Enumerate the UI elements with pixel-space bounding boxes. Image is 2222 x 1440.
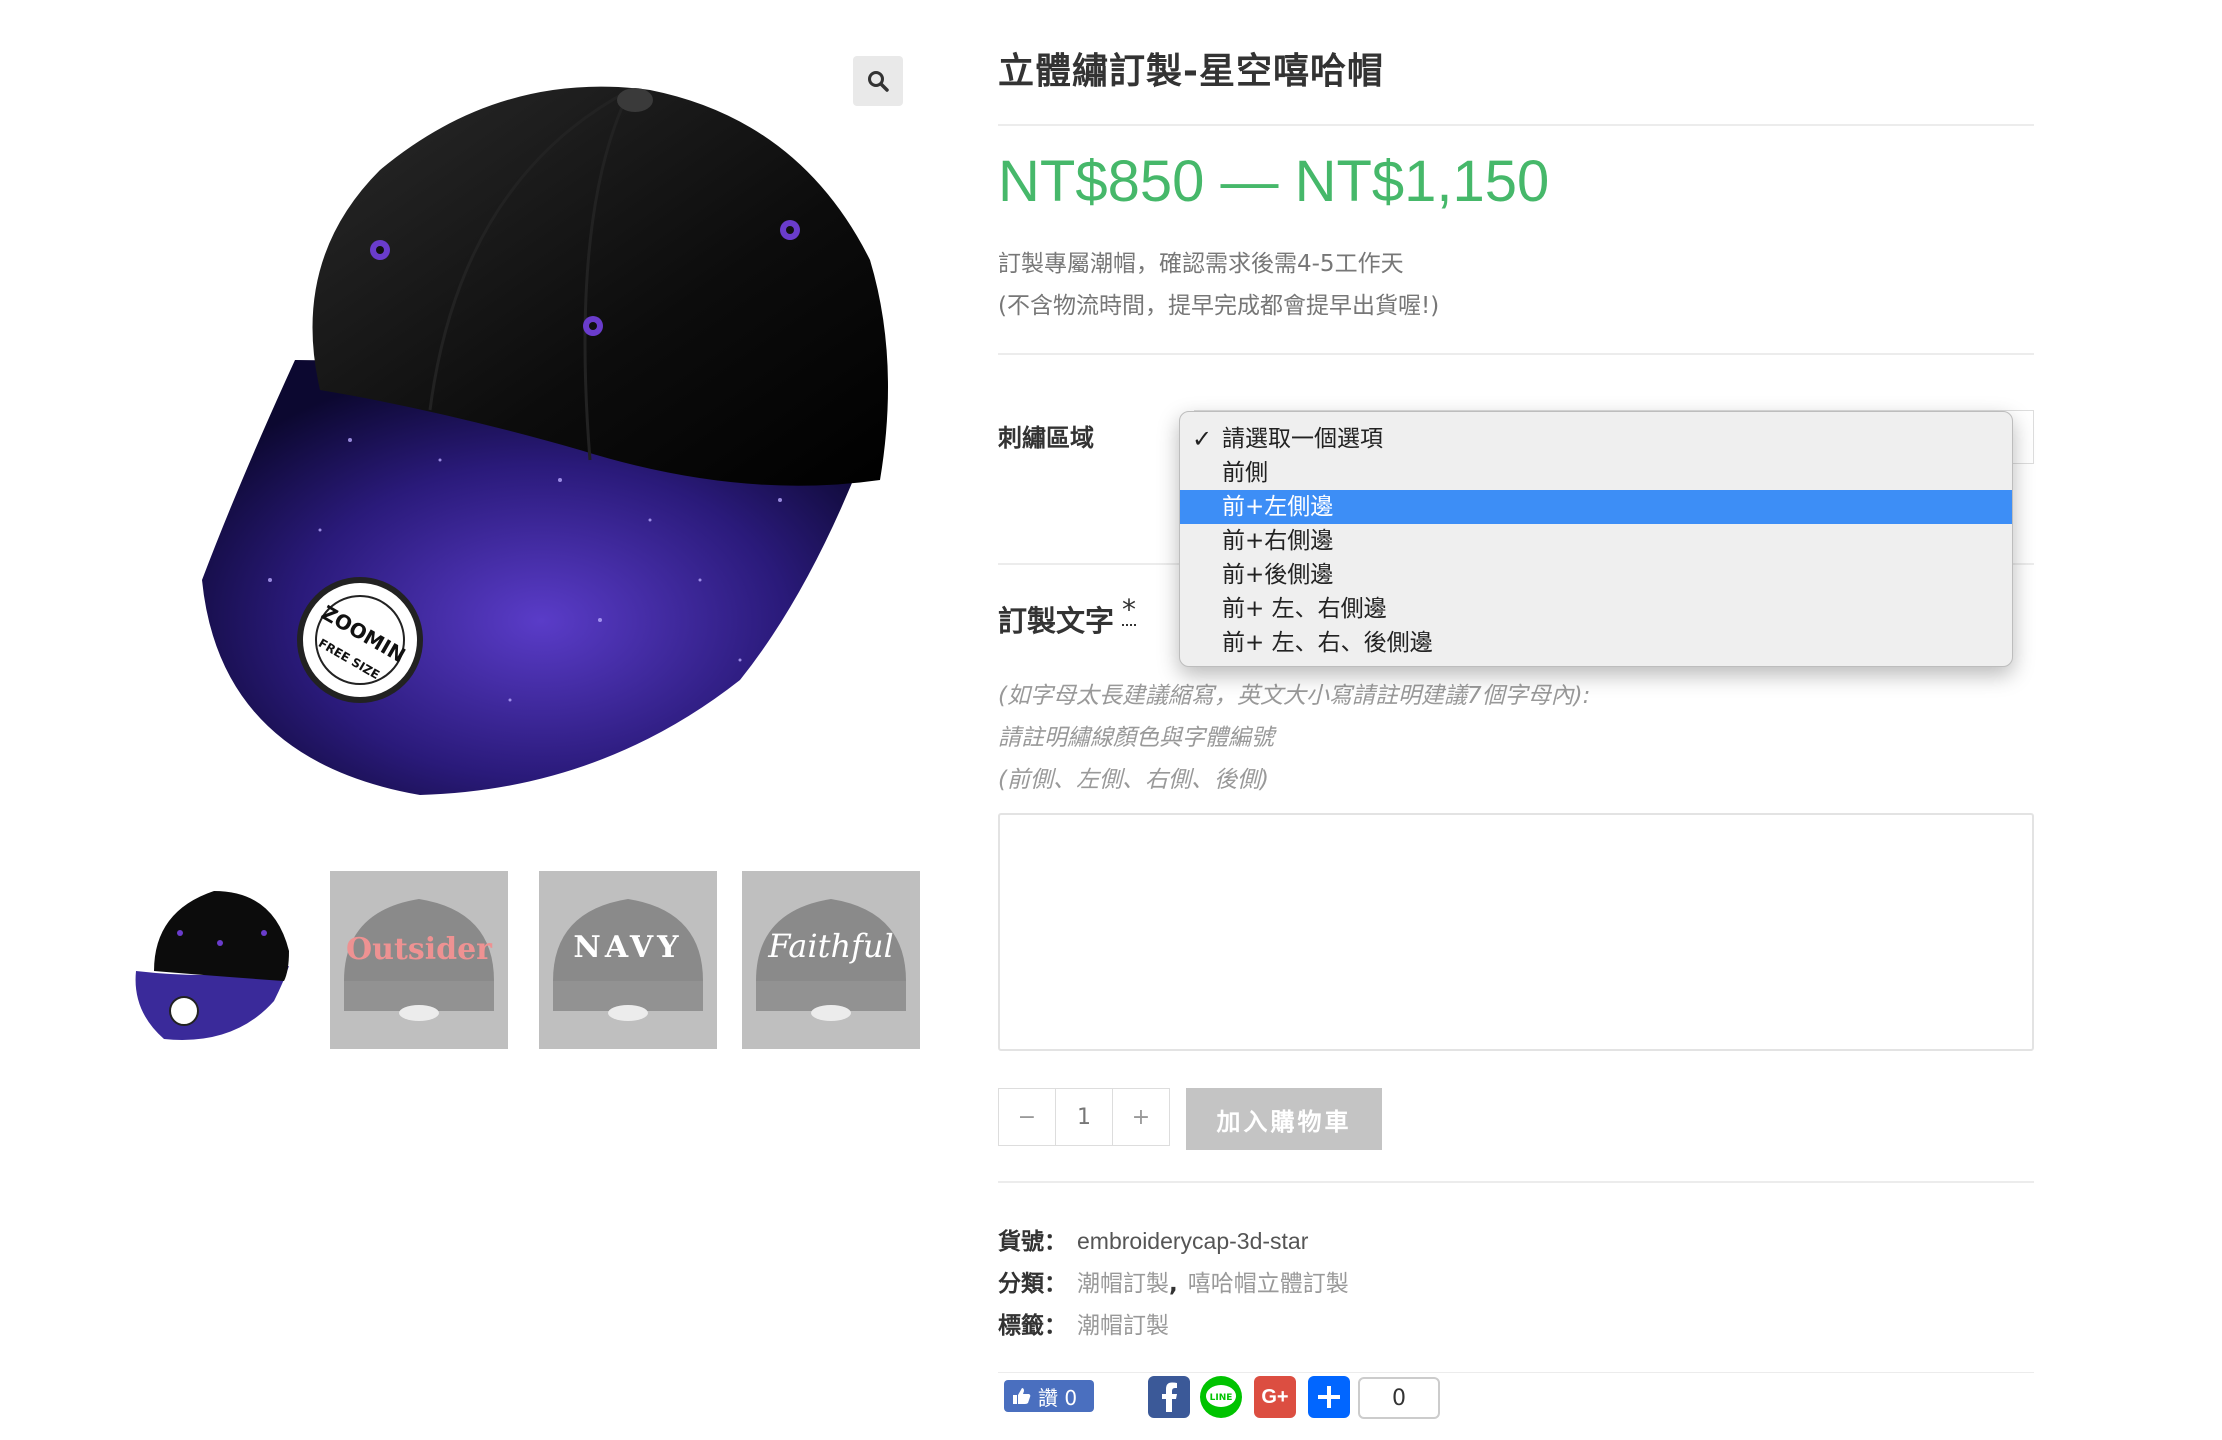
product-title: 立體繡訂製-星空嘻哈帽 <box>998 51 1384 92</box>
thumbnail-galaxy-cap[interactable] <box>124 871 302 1049</box>
category-link[interactable]: 潮帽訂製 <box>1077 1271 1169 1297</box>
tag-label: 標籤： <box>998 1313 1067 1339</box>
like-label: 讚 0 <box>1038 1385 1078 1410</box>
facebook-icon <box>1162 1382 1177 1412</box>
add-share-icon <box>1318 1386 1340 1408</box>
google-plus-share-button[interactable]: G+ <box>1254 1376 1296 1418</box>
sku-label: 貨號： <box>998 1229 1067 1255</box>
sku-value: embroiderycap-3d-star <box>1077 1228 1309 1254</box>
thumbnail-navy-cap[interactable]: NAVY <box>539 871 717 1049</box>
like-button[interactable]: 讚 0 <box>1004 1380 1094 1412</box>
google-plus-icon: G+ <box>1261 1385 1289 1408</box>
divider <box>998 124 2034 126</box>
dropdown-option[interactable]: 前+ 左、右側邊 <box>1180 592 2012 626</box>
quantity-plus-button[interactable]: + <box>1113 1089 1169 1145</box>
line-share-button[interactable]: LINE <box>1200 1376 1242 1418</box>
facebook-share-button[interactable] <box>1148 1376 1190 1418</box>
line-icon: LINE <box>1206 1385 1236 1407</box>
product-description-line: 訂製專屬潮帽，確認需求後需4-5工作天 <box>998 251 1404 277</box>
custom-text-label: 訂製文字 <box>998 604 1115 638</box>
embroidery-area-dropdown[interactable]: ✓ 請選取一個選項 前側 前+左側邊 前+右側邊 前+後側邊 前+ 左、右側邊 前… <box>1179 411 2013 667</box>
dropdown-option[interactable]: 前+ 左、右、後側邊 <box>1180 626 2012 660</box>
category-separator: , <box>1169 1271 1178 1297</box>
product-description-line: (不含物流時間，提早完成都會提早出貨喔!) <box>998 293 1440 319</box>
thumbnail-strip: Outsider NAVY Faithful <box>124 871 920 1049</box>
add-share-button[interactable] <box>1308 1376 1350 1418</box>
tag-row: 標籤： 潮帽訂製 <box>998 1306 1169 1340</box>
product-main-image[interactable]: ZOOMIN FREE SIZE <box>180 60 900 800</box>
required-mark: * <box>1122 593 1136 626</box>
tag-link[interactable]: 潮帽訂製 <box>1077 1313 1169 1339</box>
quantity-input[interactable]: 1 <box>1055 1089 1113 1145</box>
dropdown-option[interactable]: 前側 <box>1180 456 2012 490</box>
quantity-minus-button[interactable]: − <box>999 1089 1055 1145</box>
divider <box>998 1181 2034 1183</box>
add-to-cart-button[interactable]: 加入購物車 <box>1186 1088 1382 1150</box>
category-row: 分類： 潮帽訂製, 嘻哈帽立體訂製 <box>998 1264 1349 1298</box>
category-label: 分類： <box>998 1271 1067 1297</box>
embroidery-area-label: 刺繡區域 <box>998 424 1094 452</box>
share-count: 0 <box>1358 1377 1440 1419</box>
custom-text-input[interactable] <box>998 813 2034 1051</box>
divider <box>998 1372 2034 1373</box>
quantity-stepper: − 1 + <box>998 1088 1170 1146</box>
dropdown-option-highlighted[interactable]: 前+左側邊 <box>1180 490 2012 524</box>
divider <box>998 353 2034 355</box>
custom-text-hint: (如字母太長建議縮寫，英文大小寫請註明建議7個字母內): <box>998 683 1591 709</box>
zoom-button[interactable] <box>853 56 903 106</box>
dropdown-option[interactable]: ✓ 請選取一個選項 <box>1180 422 2012 456</box>
product-price: NT$850 — NT$1,150 <box>998 149 1550 214</box>
custom-text-hint: (前側、左側、右側、後側) <box>998 767 1269 793</box>
category-link[interactable]: 嘻哈帽立體訂製 <box>1188 1271 1349 1297</box>
sku-row: 貨號： embroiderycap-3d-star <box>998 1222 1308 1256</box>
custom-text-hint: 請註明繡線顏色與字體編號 <box>998 725 1274 751</box>
thumbs-up-icon <box>1013 1388 1031 1404</box>
thumbnail-outsider-cap[interactable]: Outsider <box>330 871 508 1049</box>
checkmark-icon: ✓ <box>1192 425 1213 453</box>
dropdown-option[interactable]: 前+後側邊 <box>1180 558 2012 592</box>
svg-text:LINE: LINE <box>1210 1393 1233 1403</box>
dropdown-option[interactable]: 前+右側邊 <box>1180 524 2012 558</box>
thumbnail-faithful-cap[interactable]: Faithful <box>742 871 920 1049</box>
magnifier-icon <box>868 71 889 92</box>
